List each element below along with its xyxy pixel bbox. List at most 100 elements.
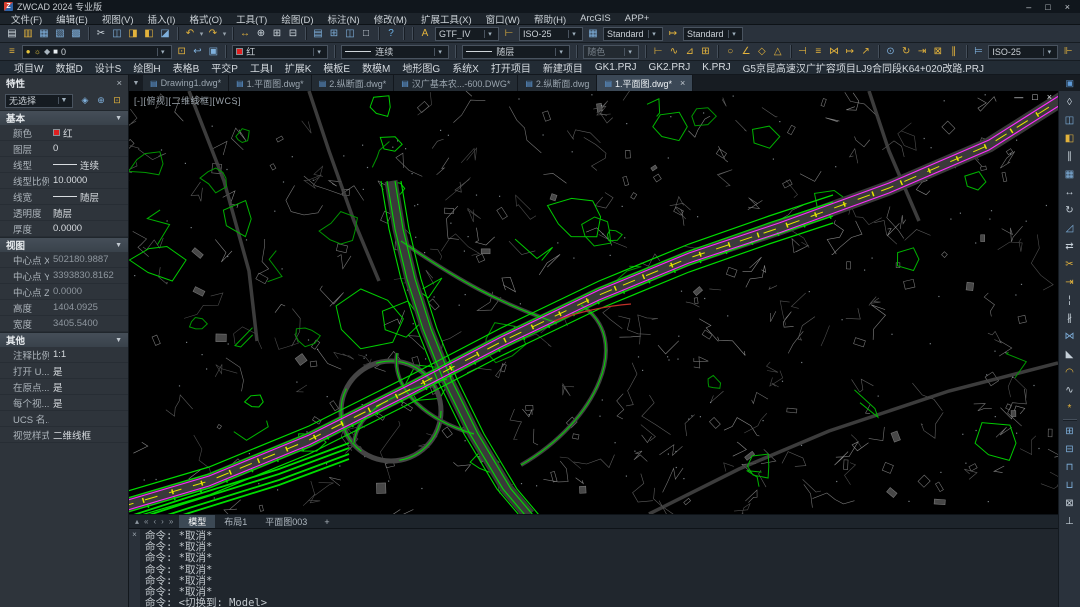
chevron-down-icon[interactable]: ▾ xyxy=(555,48,566,56)
document-tab-5[interactable]: ▤1.平面图.dwg*× xyxy=(597,75,693,91)
dim-ordinate-icon[interactable]: ⊞ xyxy=(699,45,713,59)
layout-tab-2[interactable]: 平面图003 xyxy=(256,515,316,528)
paste-special-icon[interactable]: ◧ xyxy=(142,27,156,41)
redo-icon[interactable]: ↷ xyxy=(206,27,220,41)
layer-combo[interactable]: ●☼◆■0▾ xyxy=(22,45,172,59)
fillet-icon[interactable]: ◠ xyxy=(1063,365,1077,379)
zoom-window-icon[interactable]: ⊞ xyxy=(270,27,284,41)
toggle-pickadd-icon[interactable]: ⊕ xyxy=(94,94,108,108)
property-value[interactable]: 红 xyxy=(49,126,128,140)
command-window[interactable]: × 命令: *取消*命令: *取消*命令: *取消*命令: *取消*命令: *取… xyxy=(129,528,1058,607)
new-drawing-tab-icon[interactable]: ▣ xyxy=(1059,75,1080,91)
project-menu-item-6[interactable]: 工具I xyxy=(244,60,279,75)
doc-restore-icon[interactable]: □ xyxy=(1032,92,1037,102)
drawing-canvas[interactable]: [-][俯视][二维线框][WCS] —□× xyxy=(129,91,1058,514)
section-header-1[interactable]: 视图▼ xyxy=(0,237,128,252)
properties-palette-icon[interactable]: ▤ xyxy=(311,27,325,41)
break-at-point-icon[interactable]: ¦ xyxy=(1063,293,1077,307)
command-window-close-icon[interactable]: × xyxy=(129,529,140,607)
dim-aligned-icon[interactable]: ∿ xyxy=(667,45,681,59)
join-icon[interactable]: ⋈ xyxy=(1063,329,1077,343)
project-menu-item-2[interactable]: 设计S xyxy=(89,60,128,75)
make-layer-current-icon[interactable]: ⊡ xyxy=(175,45,189,59)
zoom-previous-icon[interactable]: ⊟ xyxy=(286,27,300,41)
match-properties-icon[interactable]: ◪ xyxy=(158,27,172,41)
property-value[interactable]: 随层 xyxy=(49,190,128,204)
move-icon[interactable]: ↔ xyxy=(1063,185,1077,199)
chevron-down-icon[interactable]: ▾ xyxy=(434,48,445,56)
quick-dim-icon[interactable]: ⊣ xyxy=(796,45,810,59)
dim-style-manager-icon[interactable]: ⊨ xyxy=(972,45,986,59)
project-menu-item-3[interactable]: 绘图H xyxy=(127,60,166,75)
layer-states-icon[interactable]: ▣ xyxy=(206,45,220,59)
dim-space-icon[interactable]: ⊠ xyxy=(931,45,945,59)
section-header-0[interactable]: 基本▼ xyxy=(0,110,128,125)
redo-dropdown-icon[interactable]: ▾ xyxy=(221,27,228,41)
dim-jog-icon[interactable]: ∥ xyxy=(947,45,961,59)
project-menu-item-13[interactable]: 新建项目 xyxy=(537,60,589,75)
first-tab-icon[interactable]: « xyxy=(144,517,148,526)
menu-item-11[interactable]: 帮助(H) xyxy=(527,12,573,26)
ucs-icon[interactable]: ⊥ xyxy=(1063,514,1077,528)
project-menu-item-0[interactable]: 项目W xyxy=(8,60,49,75)
property-value[interactable]: 10.0000 xyxy=(49,175,128,186)
property-value[interactable]: 1:1 xyxy=(49,349,128,360)
pan-icon[interactable]: ↔ xyxy=(238,27,252,41)
document-tab-3[interactable]: ▤汉广基本农...-600.DWG* xyxy=(394,75,518,91)
explode-icon[interactable]: * xyxy=(1063,401,1077,415)
menu-item-4[interactable]: 格式(O) xyxy=(182,12,229,26)
dim-center-mark-icon[interactable]: △ xyxy=(771,45,785,59)
project-menu-item-14[interactable]: GK1.PRJ xyxy=(589,62,643,73)
layer-previous-icon[interactable]: ↩ xyxy=(191,45,205,59)
dim-baseline-icon[interactable]: ≡ xyxy=(811,45,825,59)
chevron-down-icon[interactable]: ▼ xyxy=(58,97,69,104)
plot-style-combo[interactable]: 随色▾ xyxy=(583,45,639,59)
doc-close-icon[interactable]: × xyxy=(1047,92,1052,102)
chevron-down-icon[interactable]: ▾ xyxy=(484,30,495,38)
property-value[interactable]: 3393830.8162 xyxy=(49,270,128,281)
stretch-icon[interactable]: ⇄ xyxy=(1063,239,1077,253)
table-style-combo[interactable]: Standard▾ xyxy=(603,27,663,41)
erase-icon[interactable]: ◊ xyxy=(1063,95,1077,109)
project-menu-item-11[interactable]: 系统X xyxy=(446,60,485,75)
property-value[interactable]: 1404.0925 xyxy=(49,302,128,313)
dim-leader-icon[interactable]: ↦ xyxy=(843,45,857,59)
save-all-icon[interactable]: ▩ xyxy=(69,27,83,41)
chevron-down-icon[interactable]: ▾ xyxy=(624,48,635,56)
copy-icon[interactable]: ◫ xyxy=(1063,113,1077,127)
menu-item-13[interactable]: APP+ xyxy=(618,13,657,24)
save-as-icon[interactable]: ▧ xyxy=(53,27,67,41)
properties-panel-close-icon[interactable]: × xyxy=(116,78,122,89)
dim-continue-icon[interactable]: ⋈ xyxy=(827,45,841,59)
selection-combo[interactable]: 无选择 ▼ xyxy=(5,94,73,108)
sheet-set-icon[interactable]: ◫ xyxy=(343,27,357,41)
clean-screen-icon[interactable]: □ xyxy=(359,27,373,41)
property-value[interactable]: 3405.5400 xyxy=(49,318,128,329)
tab-close-icon[interactable]: × xyxy=(680,78,685,88)
dim-diameter-icon[interactable]: ◇ xyxy=(755,45,769,59)
dim-break-icon[interactable]: ⇥ xyxy=(915,45,929,59)
offset-icon[interactable]: ∥ xyxy=(1063,149,1077,163)
linetype-combo[interactable]: 连续▾ xyxy=(341,45,449,59)
spline-edit-icon[interactable]: ∿ xyxy=(1063,383,1077,397)
dim-angular-icon[interactable]: ∠ xyxy=(739,45,753,59)
chamfer-icon[interactable]: ◣ xyxy=(1063,347,1077,361)
doc-minimize-icon[interactable]: — xyxy=(1014,92,1023,102)
expand-tabs-icon[interactable]: ▴ xyxy=(135,517,139,526)
dim-linear-icon[interactable]: ⊢ xyxy=(651,45,665,59)
chevron-down-icon[interactable]: ▾ xyxy=(157,48,168,56)
project-menu-item-8[interactable]: 模板E xyxy=(317,60,356,75)
property-value[interactable]: 502180.9887 xyxy=(49,254,128,265)
dim-style-combo[interactable]: ISO-25▾ xyxy=(519,27,583,41)
layer-properties-icon[interactable]: ≡ xyxy=(5,45,19,59)
draworder-front-icon[interactable]: ⊞ xyxy=(1063,424,1077,438)
project-menu-item-4[interactable]: 表格B xyxy=(167,60,206,75)
project-menu-item-12[interactable]: 打开项目 xyxy=(485,60,537,75)
dim-edit-icon[interactable]: ⊙ xyxy=(884,45,898,59)
section-header-2[interactable]: 其他▼ xyxy=(0,332,128,347)
project-menu-item-15[interactable]: GK2.PRJ xyxy=(643,62,697,73)
project-menu-item-10[interactable]: 地形图G xyxy=(396,60,446,75)
draworder-above-icon[interactable]: ⊓ xyxy=(1063,460,1077,474)
property-value[interactable]: 是 xyxy=(49,380,128,394)
property-value[interactable]: 0.0000 xyxy=(49,223,128,234)
